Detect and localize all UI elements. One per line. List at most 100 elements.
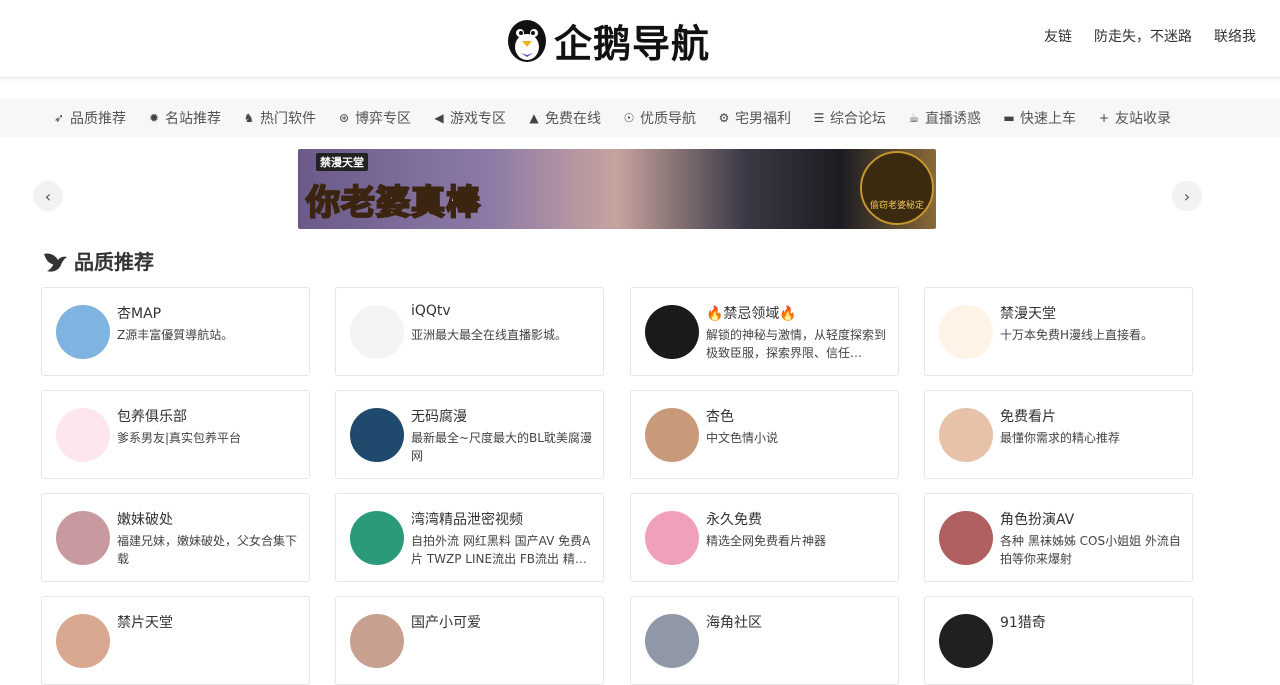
site-card[interactable]: 禁片天堂 bbox=[41, 596, 310, 685]
site-name: 91猎奇 bbox=[1000, 615, 1046, 631]
site-description: 精选全网免费看片神器 bbox=[706, 534, 827, 548]
site-header: 企鹅导航 友链 防走失，不迷路 联络我 bbox=[0, 0, 1280, 78]
site-description: 自拍外流 网红黑料 国产AV 免费A片 TWZP LINE流出 FB流出 精… bbox=[411, 534, 591, 566]
bird-icon: ➶ bbox=[53, 111, 65, 125]
site-avatar bbox=[56, 408, 110, 462]
site-name: 🔥禁忌领域🔥 bbox=[706, 306, 797, 322]
nav-item-welfare[interactable]: ⚙ 宅男福利 bbox=[717, 108, 791, 128]
plus-icon: + bbox=[1098, 111, 1110, 125]
site-avatar bbox=[939, 614, 993, 668]
site-logo[interactable]: 企鹅导航 bbox=[506, 16, 710, 66]
site-card[interactable]: 海角社区 bbox=[630, 596, 899, 685]
site-card[interactable]: 禁漫天堂十万本免费H漫线上直接看。 bbox=[924, 287, 1193, 376]
nav-item-software[interactable]: ♞ 热门软件 bbox=[242, 108, 316, 128]
site-avatar bbox=[350, 511, 404, 565]
site-avatar bbox=[645, 614, 699, 668]
site-name: 禁漫天堂 bbox=[1000, 306, 1056, 322]
site-avatar bbox=[645, 511, 699, 565]
site-avatar bbox=[939, 408, 993, 462]
ad-banner[interactable]: 禁漫天堂 你老婆真棒 偷窃老婆秘定 bbox=[298, 149, 936, 229]
site-name: 包养俱乐部 bbox=[117, 409, 187, 425]
bird-icon bbox=[44, 252, 67, 272]
signpost-icon: ☰ bbox=[813, 111, 825, 125]
site-card[interactable]: 角色扮演AV 各种 黑袜姊姊 COS小姐姐 外流自拍等你来爆射 bbox=[924, 493, 1193, 582]
site-card[interactable]: 杏MAP Z源丰富優質導航站。 bbox=[41, 287, 310, 376]
site-avatar bbox=[56, 305, 110, 359]
cup-icon: ☕ bbox=[908, 111, 920, 125]
site-avatar bbox=[350, 614, 404, 668]
nav-item-navigation[interactable]: ☉ 优质导航 bbox=[622, 108, 696, 128]
site-name: 免费看片 bbox=[1000, 409, 1056, 425]
nav-item-live[interactable]: ☕ 直播诱惑 bbox=[907, 108, 981, 128]
site-card[interactable]: 湾湾精品泄密视频自拍外流 网红黑料 国产AV 免费A片 TWZP LINE流出 … bbox=[335, 493, 604, 582]
site-card[interactable]: 嫩妹破处福建兄妹，嫩妹破处，父女合集下载 bbox=[41, 493, 310, 582]
site-card[interactable]: 永久免费精选全网免费看片神器 bbox=[630, 493, 899, 582]
site-name: 禁片天堂 bbox=[117, 615, 173, 631]
site-description: Z源丰富優質導航站。 bbox=[117, 328, 234, 342]
site-avatar bbox=[350, 305, 404, 359]
site-card[interactable]: 无码腐漫最新最全~尺度最大的BL耽美腐漫网 bbox=[335, 390, 604, 479]
section-title-text: 品质推荐 bbox=[74, 250, 154, 274]
nav-item-games[interactable]: ◀ 游戏专区 bbox=[432, 108, 506, 128]
banner-brand: 禁漫天堂 bbox=[316, 153, 368, 171]
site-description: 最懂你需求的精心推荐 bbox=[1000, 431, 1121, 445]
logo-text: 企鹅导航 bbox=[554, 21, 711, 66]
site-name: 无码腐漫 bbox=[411, 409, 467, 425]
site-card[interactable]: 91猎奇 bbox=[924, 596, 1193, 685]
site-description: 亚洲最大最全在线直播影城。 bbox=[411, 328, 568, 342]
chip-icon: ⊛ bbox=[338, 111, 350, 125]
gear-icon: ⚙ bbox=[718, 111, 730, 125]
site-description: 最新最全~尺度最大的BL耽美腐漫网 bbox=[411, 431, 592, 463]
site-name: 嫩妹破处 bbox=[117, 512, 173, 528]
wolf-icon: ♞ bbox=[243, 111, 255, 125]
site-avatar bbox=[939, 511, 993, 565]
banner-badge: 偷窃老婆秘定 bbox=[860, 151, 934, 225]
nav-item-submit[interactable]: + 友站收录 bbox=[1097, 108, 1171, 128]
nav-item-gambling[interactable]: ⊛ 博弈专区 bbox=[337, 108, 411, 128]
site-card[interactable]: 包养俱乐部爹系男友|真实包养平台 bbox=[41, 390, 310, 479]
site-description: 福建兄妹，嫩妹破处，父女合集下载 bbox=[117, 534, 298, 566]
truck-icon: ▬ bbox=[1003, 111, 1015, 125]
megaphone-icon: ◀ bbox=[434, 111, 444, 125]
carousel-next-button[interactable]: › bbox=[1172, 181, 1202, 211]
site-card[interactable]: 🔥禁忌领域🔥 解锁的神秘与激情，从轻度探索到极致臣服，探索界限、信任… bbox=[630, 287, 899, 376]
site-avatar bbox=[350, 408, 404, 462]
site-description: 十万本免费H漫线上直接看。 bbox=[1000, 328, 1154, 342]
nav-item-free-online[interactable]: ▲ 免费在线 bbox=[527, 108, 601, 128]
maple-leaf-icon: ✹ bbox=[148, 111, 160, 125]
site-name: 角色扮演AV bbox=[1000, 512, 1075, 528]
nav-item-famous[interactable]: ✹ 名站推荐 bbox=[147, 108, 221, 128]
banner-title: 你老婆真棒 bbox=[305, 182, 481, 224]
site-description: 解锁的神秘与激情，从轻度探索到极致臣服，探索界限、信任… bbox=[706, 328, 887, 360]
site-name: 湾湾精品泄密视频 bbox=[411, 512, 523, 528]
site-name: iQQtv bbox=[411, 303, 451, 319]
site-name: 国产小可爱 bbox=[411, 615, 481, 631]
site-description: 各种 黑袜姊姊 COS小姐姐 外流自拍等你来爆射 bbox=[1000, 534, 1181, 566]
site-name: 海角社区 bbox=[706, 615, 762, 631]
site-name: 永久免费 bbox=[706, 512, 762, 528]
site-name: 杏色 bbox=[706, 409, 734, 425]
link-backup[interactable]: 防走失，不迷路 bbox=[1094, 26, 1192, 46]
site-description: 中文色情小说 bbox=[706, 431, 779, 445]
site-avatar bbox=[56, 614, 110, 668]
section-title: 品质推荐 bbox=[42, 246, 154, 275]
site-avatar bbox=[645, 408, 699, 462]
chevron-right-icon: › bbox=[1183, 186, 1191, 206]
site-card[interactable]: 国产小可爱 bbox=[335, 596, 604, 685]
flask-icon: ▲ bbox=[529, 111, 539, 125]
category-nav: ➶ 品质推荐 ✹ 名站推荐 ♞ 热门软件 ⊛ 博弈专区 ◀ 游戏专区 ▲ 免费在线 ☉ 优质导… bbox=[0, 99, 1280, 137]
nav-item-quality[interactable]: ➶ 品质推荐 bbox=[52, 108, 126, 128]
site-description: 爹系男友|真实包养平台 bbox=[117, 431, 242, 445]
penguin-logo-icon bbox=[506, 17, 548, 63]
medal-icon: ☉ bbox=[623, 111, 635, 125]
chevron-left-icon: ‹ bbox=[44, 186, 52, 206]
link-friends[interactable]: 友链 bbox=[1044, 26, 1072, 46]
site-card[interactable]: 杏色 中文色情小说 bbox=[630, 390, 899, 479]
link-contact[interactable]: 联络我 bbox=[1214, 26, 1256, 46]
site-card[interactable]: 免费看片最懂你需求的精心推荐 bbox=[924, 390, 1193, 479]
site-card[interactable]: iQQtv 亚洲最大最全在线直播影城。 bbox=[335, 287, 604, 376]
nav-item-fast[interactable]: ▬ 快速上车 bbox=[1002, 108, 1076, 128]
carousel-prev-button[interactable]: ‹ bbox=[33, 181, 63, 211]
nav-item-forum[interactable]: ☰ 综合论坛 bbox=[812, 108, 886, 128]
site-avatar bbox=[56, 511, 110, 565]
